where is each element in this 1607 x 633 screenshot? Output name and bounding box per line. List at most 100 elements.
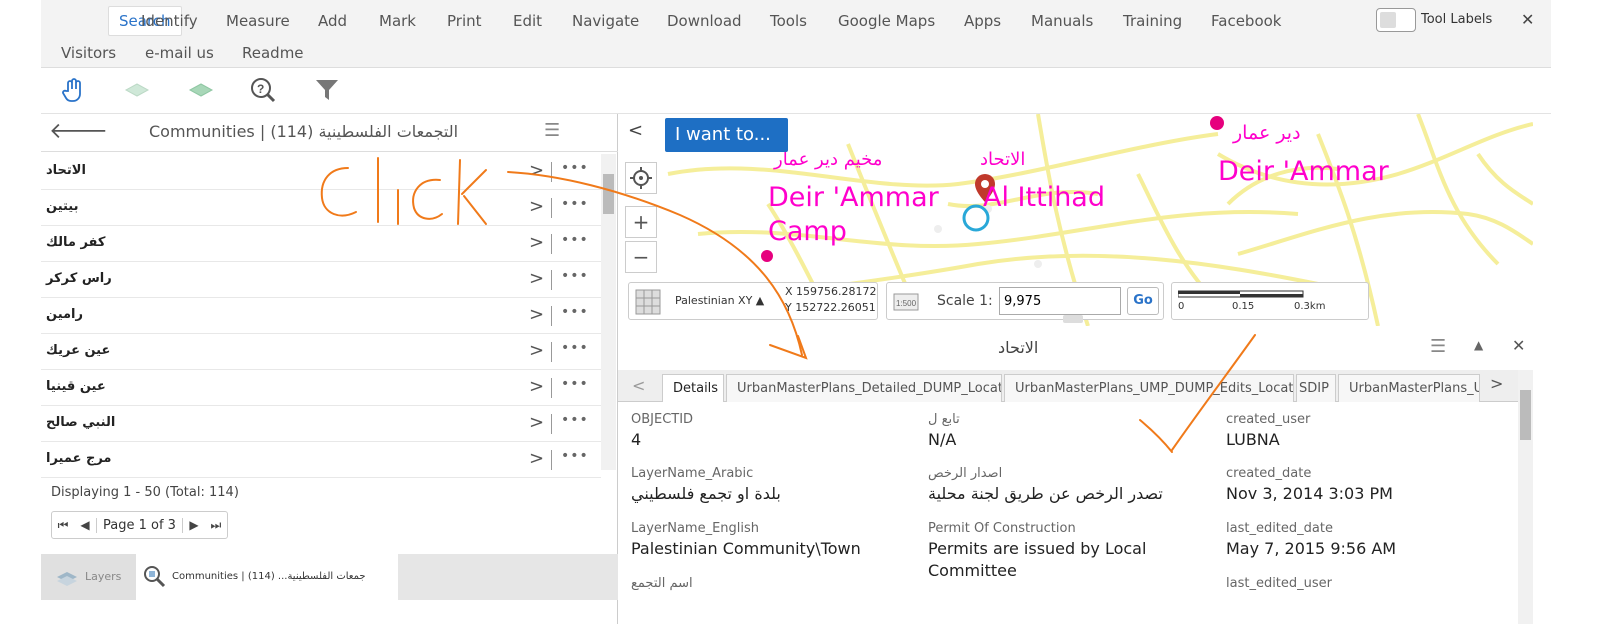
tab-layers-label: Layers: [85, 570, 122, 583]
close-details-icon[interactable]: ✕: [1512, 336, 1525, 355]
menu-readme[interactable]: Readme: [242, 44, 304, 62]
menu-tools[interactable]: Tools: [770, 12, 807, 30]
list-scrollbar[interactable]: [601, 154, 616, 470]
next-extent-icon[interactable]: [187, 76, 215, 104]
chevron-right-icon[interactable]: >: [529, 268, 544, 289]
tab-sdip[interactable]: SDIP: [1296, 374, 1336, 402]
list-item[interactable]: بيتين > •••: [41, 190, 601, 226]
more-options-icon[interactable]: •••: [561, 304, 589, 320]
close-icon[interactable]: ✕: [1521, 10, 1534, 29]
more-options-icon[interactable]: •••: [561, 268, 589, 284]
list-item[interactable]: مرج عميرا > •••: [41, 442, 601, 478]
first-page-icon[interactable]: ⏮: [52, 518, 74, 533]
list-item[interactable]: رامين > •••: [41, 298, 601, 334]
tab-detailed-dump-locations[interactable]: UrbanMasterPlans_Detailed_DUMP_Locations: [726, 374, 1002, 402]
chevron-right-icon[interactable]: >: [529, 340, 544, 361]
details-tab-strip: < Details UrbanMasterPlans_Detailed_DUMP…: [618, 370, 1533, 402]
previous-extent-icon[interactable]: [123, 76, 151, 104]
chevron-right-icon[interactable]: >: [529, 448, 544, 469]
more-options-icon[interactable]: •••: [561, 232, 589, 248]
menu-visitors[interactable]: Visitors: [61, 44, 116, 62]
back-arrow-icon[interactable]: 🡐: [49, 118, 108, 144]
collapse-up-icon[interactable]: ▲: [1474, 338, 1483, 352]
map-label-ittihad-en: Al Ittihad: [983, 182, 1105, 213]
details-menu-icon[interactable]: ☰: [1430, 336, 1446, 357]
menu-edit[interactable]: Edit: [513, 12, 542, 30]
more-options-icon[interactable]: •••: [561, 160, 589, 176]
pan-hand-icon[interactable]: [59, 76, 87, 104]
scrollbar-thumb[interactable]: [603, 174, 614, 214]
collapse-panel-icon[interactable]: <: [628, 120, 643, 141]
next-page-icon[interactable]: ▶: [183, 518, 205, 532]
grid-icon[interactable]: [635, 289, 661, 315]
list-item[interactable]: عين قينيا > •••: [41, 370, 601, 406]
svg-text:?: ?: [257, 82, 264, 96]
menu-measure[interactable]: Measure: [226, 12, 290, 30]
more-options-icon[interactable]: •••: [561, 340, 589, 356]
list-item[interactable]: راس كركر > •••: [41, 262, 601, 298]
menu-mark[interactable]: Mark: [379, 12, 416, 30]
menu-training[interactable]: Training: [1123, 12, 1182, 30]
tab-layers[interactable]: Layers: [41, 554, 136, 600]
chevron-right-icon[interactable]: >: [529, 412, 544, 433]
i-want-to-button[interactable]: I want to...: [665, 118, 788, 152]
chevron-right-icon[interactable]: >: [529, 232, 544, 253]
map-view[interactable]: مخيم دير عمار Deir 'Ammar Camp الاتحاد A…: [618, 114, 1533, 326]
prev-page-icon[interactable]: ◀: [74, 518, 96, 532]
go-button[interactable]: Go: [1127, 287, 1159, 315]
menu-print[interactable]: Print: [447, 12, 482, 30]
field-label: اسم التجمع: [631, 576, 693, 591]
more-options-icon[interactable]: •••: [561, 412, 589, 428]
list-item-label: عين عريك: [46, 343, 111, 358]
list-item-label: النبي صالح: [46, 415, 116, 430]
tabs-next-icon[interactable]: >: [1490, 374, 1503, 393]
panel-menu-icon[interactable]: ☰: [544, 120, 560, 141]
menu-email-us[interactable]: e-mail us: [145, 44, 214, 62]
details-scrollbar[interactable]: [1518, 370, 1533, 624]
tab-ump-dump-edits-locations[interactable]: UrbanMasterPlans_UMP_DUMP_Edits_Location…: [1004, 374, 1294, 402]
menu-add[interactable]: Add: [318, 12, 347, 30]
list-item[interactable]: عين عريك > •••: [41, 334, 601, 370]
divider: [551, 162, 552, 182]
field-label: created_user: [1226, 412, 1311, 427]
scrollbar-thumb[interactable]: [1520, 390, 1531, 440]
chevron-right-icon[interactable]: >: [529, 196, 544, 217]
more-options-icon[interactable]: •••: [561, 376, 589, 392]
zoom-in-button[interactable]: +: [625, 206, 657, 238]
scale-panel: 1:500 Scale 1: Go: [886, 282, 1164, 323]
locate-icon[interactable]: [625, 162, 657, 194]
list-item-label: عين قينيا: [46, 379, 106, 394]
menu-identify[interactable]: Identify: [141, 12, 198, 30]
chevron-right-icon[interactable]: >: [529, 376, 544, 397]
filter-icon[interactable]: [313, 76, 341, 104]
last-page-icon[interactable]: ⏭: [205, 518, 227, 533]
tab-details[interactable]: Details: [662, 374, 724, 402]
tab-communities[interactable]: Communities | (114) ...جمعات الفلسطينية: [136, 554, 398, 600]
menu-download[interactable]: Download: [667, 12, 742, 30]
field-label: Permit Of Construction: [928, 521, 1076, 536]
chevron-right-icon[interactable]: >: [529, 304, 544, 325]
divider: [551, 270, 552, 290]
menu-facebook[interactable]: Facebook: [1211, 12, 1281, 30]
list-item[interactable]: كفر مالك > •••: [41, 226, 601, 262]
more-options-icon[interactable]: •••: [561, 196, 589, 212]
menu-google-maps[interactable]: Google Maps: [838, 12, 935, 30]
drag-handle[interactable]: [1063, 315, 1083, 323]
field-label: تابع ل: [928, 412, 960, 427]
page-label: Page 1 of 3: [96, 517, 183, 533]
menu-manuals[interactable]: Manuals: [1031, 12, 1093, 30]
list-item[interactable]: النبي صالح > •••: [41, 406, 601, 442]
crs-select[interactable]: Palestinian XY ▲: [675, 294, 764, 307]
menu-navigate[interactable]: Navigate: [572, 12, 639, 30]
zoom-out-button[interactable]: −: [625, 241, 657, 273]
identify-help-icon[interactable]: ?: [249, 76, 277, 104]
tool-labels-toggle[interactable]: [1376, 8, 1416, 32]
menu-apps[interactable]: Apps: [964, 12, 1001, 30]
list-item[interactable]: الاتحاد > •••: [41, 154, 601, 190]
chevron-right-icon[interactable]: >: [529, 160, 544, 181]
tab-ump-um[interactable]: UrbanMasterPlans_UM: [1338, 374, 1480, 402]
tabs-prev-icon[interactable]: <: [632, 376, 645, 395]
field-value: Permits are issued by Local: [928, 539, 1147, 558]
scale-input[interactable]: [999, 287, 1121, 315]
more-options-icon[interactable]: •••: [561, 448, 589, 464]
